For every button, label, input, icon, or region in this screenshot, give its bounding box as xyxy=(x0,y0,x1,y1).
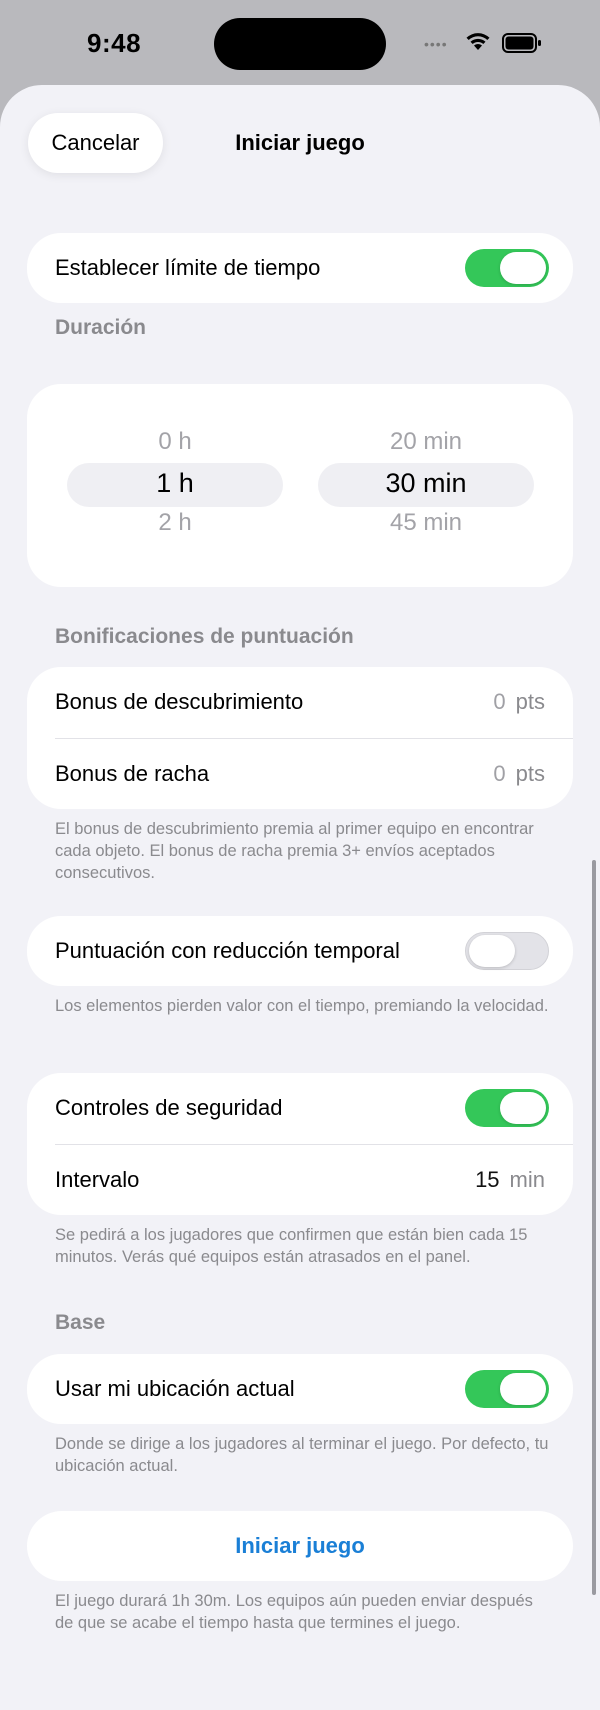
decay-toggle[interactable] xyxy=(465,932,549,970)
discovery-bonus-row[interactable]: Bonus de descubrimiento 0 pts xyxy=(27,667,573,737)
start-game-sheet: Cancelar Iniciar juego Establecer límite… xyxy=(0,85,600,1710)
toggle-knob xyxy=(500,1092,546,1124)
toggle-knob xyxy=(500,252,546,284)
time-limit-card: Establecer límite de tiempo xyxy=(27,233,573,303)
bonuses-card: Bonus de descubrimiento 0 pts Bonus de ra… xyxy=(27,667,573,809)
hours-option-prev[interactable]: 0 h xyxy=(67,428,283,456)
safety-card: Controles de seguridad Intervalo 15 min xyxy=(27,1073,573,1215)
streak-bonus-number[interactable]: 0 xyxy=(493,761,505,786)
decay-footnote: Los elementos pierden valor con el tiemp… xyxy=(55,997,549,1015)
hours-option-next[interactable]: 2 h xyxy=(67,509,283,537)
safety-checks-row: Controles de seguridad xyxy=(27,1073,573,1143)
page-title: Iniciar juego xyxy=(235,130,365,155)
start-game-button[interactable]: Iniciar juego xyxy=(27,1511,573,1581)
base-card: Usar mi ubicación actual xyxy=(27,1354,573,1424)
bonuses-header: Bonificaciones de puntuación xyxy=(55,625,354,648)
time-limit-toggle[interactable] xyxy=(465,249,549,287)
interval-number[interactable]: 15 xyxy=(475,1167,499,1192)
discovery-bonus-value[interactable]: 0 pts xyxy=(493,689,545,715)
interval-label: Intervalo xyxy=(55,1167,140,1192)
current-location-label: Usar mi ubicación actual xyxy=(55,1376,295,1401)
scrollbar[interactable] xyxy=(592,860,596,1595)
navigation-bar: Cancelar Iniciar juego xyxy=(0,85,600,195)
dynamic-island xyxy=(214,18,386,70)
streak-bonus-label: Bonus de racha xyxy=(55,761,210,786)
wifi-icon xyxy=(466,33,490,50)
status-time: 9:48 xyxy=(87,28,142,58)
current-location-toggle[interactable] xyxy=(465,1370,549,1408)
base-header: Base xyxy=(55,1311,106,1334)
discovery-bonus-number[interactable]: 0 xyxy=(493,689,505,714)
bonuses-footnote: El bonus de descubrimiento premia al pri… xyxy=(55,820,534,882)
discovery-bonus-label: Bonus de descubrimiento xyxy=(55,689,304,714)
decay-label: Puntuación con reducción temporal xyxy=(55,938,400,963)
time-limit-label: Establecer límite de tiempo xyxy=(55,255,321,280)
time-limit-row: Establecer límite de tiempo xyxy=(27,233,573,303)
safety-checks-label: Controles de seguridad xyxy=(55,1095,283,1120)
interval-unit: min xyxy=(509,1167,545,1192)
streak-bonus-value[interactable]: 0 pts xyxy=(493,761,545,787)
hours-option-selected[interactable]: 1 h xyxy=(67,468,283,499)
status-bar: 9:48 •••• xyxy=(0,0,600,86)
decay-card: Puntuación con reducción temporal xyxy=(27,916,573,986)
safety-footnote: Se pedirá a los jugadores que confirmen … xyxy=(55,1226,528,1266)
toggle-knob xyxy=(469,935,515,967)
minutes-option-prev[interactable]: 20 min xyxy=(318,428,534,456)
interval-value[interactable]: 15 min xyxy=(475,1167,545,1193)
minutes-option-selected[interactable]: 30 min xyxy=(318,468,534,499)
toggle-knob xyxy=(500,1373,546,1405)
duration-header: Duración xyxy=(55,316,147,339)
minutes-option-next[interactable]: 45 min xyxy=(318,509,534,537)
discovery-bonus-unit: pts xyxy=(515,689,545,714)
streak-bonus-unit: pts xyxy=(515,761,545,786)
current-location-row: Usar mi ubicación actual xyxy=(27,1354,573,1424)
duration-picker-card: 0 h 1 h 2 h 20 min 30 min 45 min xyxy=(27,384,573,587)
decay-row: Puntuación con reducción temporal xyxy=(27,916,573,986)
interval-row[interactable]: Intervalo 15 min xyxy=(27,1145,573,1215)
streak-bonus-row[interactable]: Bonus de racha 0 pts xyxy=(27,739,573,809)
base-footnote: Donde se dirige a los jugadores al termi… xyxy=(55,1435,549,1475)
cellular-signal-icon: •••• xyxy=(424,36,448,52)
safety-checks-toggle[interactable] xyxy=(465,1089,549,1127)
start-footnote: El juego durará 1h 30m. Los equipos aún … xyxy=(55,1592,533,1632)
battery-icon xyxy=(502,33,541,53)
